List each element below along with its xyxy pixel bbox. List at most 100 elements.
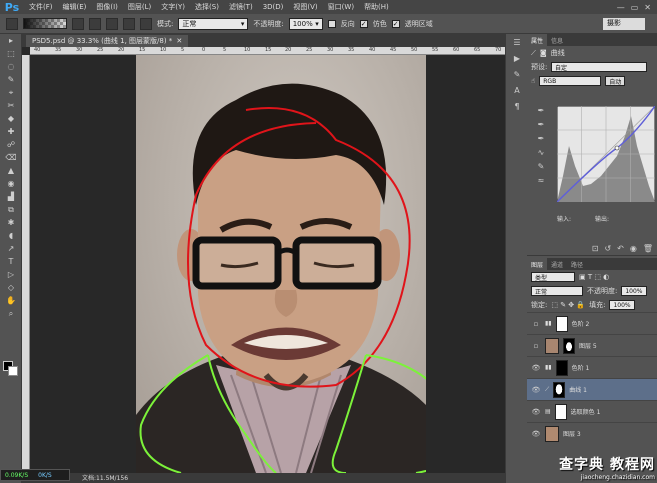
menu-view[interactable]: 视图(V) bbox=[288, 2, 322, 12]
visibility-icon[interactable]: ◉ bbox=[630, 244, 637, 255]
curves-graph[interactable] bbox=[556, 105, 656, 203]
eyedropper-tool-icon[interactable]: ◆ bbox=[0, 112, 22, 125]
layer-levels-2[interactable]: ▫ ▮▮ 色阶 2 bbox=[527, 312, 657, 334]
layer-3[interactable]: 👁 图层 3 bbox=[527, 422, 657, 444]
reset-icon[interactable]: ↺ bbox=[604, 244, 611, 255]
shape-tool-icon[interactable]: ◇ bbox=[0, 281, 22, 294]
document-tab[interactable]: PSD5.psd @ 33.3% (曲线 1, 图层蒙版/8) * ✕ bbox=[26, 35, 189, 47]
healing-tool-icon[interactable]: ✚ bbox=[0, 125, 22, 138]
eye-icon[interactable]: 👁 bbox=[531, 408, 541, 416]
pen-tool-icon[interactable]: ◖ bbox=[0, 229, 22, 242]
preset-select[interactable]: 自定 bbox=[551, 62, 647, 72]
layer-levels-1[interactable]: 👁 ▮▮ 色阶 1 bbox=[527, 356, 657, 378]
edit-points-icon[interactable]: ∿ bbox=[531, 148, 551, 162]
layer-mask-thumbnail[interactable] bbox=[554, 403, 567, 420]
layer-thumbnail[interactable] bbox=[545, 425, 559, 442]
tab-channels[interactable]: 通道 bbox=[547, 258, 567, 270]
mode-select[interactable]: 正常 ▾ bbox=[178, 17, 249, 30]
menu-window[interactable]: 窗口(W) bbox=[323, 2, 359, 12]
clone-stamp-tool-icon[interactable]: ▲ bbox=[0, 164, 22, 177]
visibility-off-icon[interactable]: ▫ bbox=[531, 320, 541, 328]
gradient-swatch[interactable] bbox=[23, 18, 67, 29]
workspace-select[interactable]: 摄影 bbox=[603, 18, 645, 30]
canvas-area[interactable] bbox=[30, 55, 505, 473]
brush-panel-icon[interactable]: ✎ bbox=[506, 66, 528, 82]
auto-button[interactable]: 自动 bbox=[605, 76, 626, 86]
menu-filter[interactable]: 滤镜(T) bbox=[224, 2, 258, 12]
channel-select[interactable]: RGB bbox=[539, 76, 602, 86]
crop-tool-icon[interactable]: ⌖ bbox=[0, 86, 22, 99]
horizontal-ruler[interactable]: 40 35 30 25 20 15 10 5 0 5 10 15 20 25 30 35 40 45 50 55 60 6… bbox=[30, 47, 505, 55]
layer-thumbnail[interactable] bbox=[545, 337, 559, 354]
slice-tool-icon[interactable]: ✂ bbox=[0, 99, 22, 112]
draw-curve-icon[interactable]: ✎ bbox=[531, 162, 551, 176]
angle-gradient-button[interactable] bbox=[106, 17, 118, 30]
zoom-tool-icon[interactable]: ⌕ bbox=[0, 307, 22, 320]
document-size-status[interactable]: 文档:11.5M/156 bbox=[82, 473, 128, 482]
smooth-curve-icon[interactable]: ≈ bbox=[531, 176, 551, 190]
sample-gray-point-icon[interactable]: ✒ bbox=[531, 120, 551, 134]
vertical-ruler[interactable] bbox=[22, 55, 30, 473]
linear-gradient-button[interactable] bbox=[72, 17, 84, 30]
radial-gradient-button[interactable] bbox=[89, 17, 101, 30]
menu-file[interactable]: 文件(F) bbox=[24, 2, 58, 12]
blend-mode-select[interactable]: 正常 bbox=[531, 286, 583, 296]
eye-icon[interactable]: 👁 bbox=[531, 430, 541, 438]
move-tool-icon[interactable]: ▸ bbox=[0, 34, 22, 47]
layer-5[interactable]: ▫ 图层 5 bbox=[527, 334, 657, 356]
portrait-photo[interactable] bbox=[136, 55, 426, 473]
mask-icon[interactable]: ◙ bbox=[540, 49, 547, 57]
tab-info[interactable]: 信息 bbox=[547, 34, 567, 46]
character-panel-icon[interactable]: A bbox=[506, 82, 528, 98]
close-icon[interactable]: ✕ bbox=[644, 3, 651, 12]
eye-icon[interactable]: 👁 bbox=[531, 364, 541, 372]
sample-white-point-icon[interactable]: ✒ bbox=[531, 134, 551, 148]
layer-mask-thumbnail[interactable] bbox=[555, 315, 568, 332]
hand-tool-icon[interactable]: ✋ bbox=[0, 294, 22, 307]
lasso-tool-icon[interactable]: ◌ bbox=[0, 60, 22, 73]
diamond-gradient-button[interactable] bbox=[140, 17, 152, 30]
reverse-checkbox[interactable] bbox=[327, 19, 336, 28]
fill-field[interactable]: 100% bbox=[609, 300, 635, 310]
type-tool-icon[interactable]: T bbox=[0, 255, 22, 268]
layer-curves-1[interactable]: 👁 ⟋ 曲线 1 bbox=[527, 378, 657, 400]
direct-select-tool-icon[interactable]: ▷ bbox=[0, 268, 22, 281]
menu-3d[interactable]: 3D(D) bbox=[258, 3, 289, 11]
brush-tool-icon[interactable]: ☍ bbox=[0, 138, 22, 151]
menu-image[interactable]: 图像(I) bbox=[91, 2, 123, 12]
maximize-icon[interactable]: ▭ bbox=[631, 3, 639, 12]
layer-mask-thumbnail[interactable] bbox=[553, 381, 566, 398]
lock-icons[interactable]: ⬚ ✎ ✥ 🔒 bbox=[551, 301, 585, 309]
transparency-checkbox[interactable]: ✓ bbox=[391, 19, 400, 28]
history-panel-icon[interactable]: ☰ bbox=[506, 34, 528, 50]
tab-paths[interactable]: 路径 bbox=[567, 258, 587, 270]
tab-properties[interactable]: 属性 bbox=[527, 34, 548, 46]
paragraph-panel-icon[interactable]: ¶ bbox=[506, 98, 528, 114]
quick-select-tool-icon[interactable]: ✎ bbox=[0, 73, 22, 86]
clip-to-layer-icon[interactable]: ⊡ bbox=[592, 244, 599, 255]
reflected-gradient-button[interactable] bbox=[123, 17, 135, 30]
opacity-field[interactable]: 100% ▾ bbox=[288, 17, 323, 30]
dither-checkbox[interactable]: ✓ bbox=[359, 19, 368, 28]
eraser-tool-icon[interactable]: ⌫ bbox=[0, 151, 22, 164]
tab-layers[interactable]: 图层 bbox=[527, 258, 548, 270]
menu-type[interactable]: 文字(Y) bbox=[156, 2, 190, 12]
minimize-icon[interactable]: — bbox=[617, 3, 625, 12]
dodge-tool-icon[interactable]: ✱ bbox=[0, 216, 22, 229]
visibility-off-icon[interactable]: ▫ bbox=[531, 342, 541, 350]
menu-help[interactable]: 帮助(H) bbox=[359, 2, 394, 12]
layer-selective-color-1[interactable]: 👁 ▤ 选取颜色 1 bbox=[527, 400, 657, 422]
path-select-tool-icon[interactable]: ↗ bbox=[0, 242, 22, 255]
filter-icons[interactable]: ▣ T ⬚ ◐ bbox=[579, 273, 609, 281]
sample-black-point-icon[interactable]: ✒ bbox=[531, 106, 551, 120]
blur-tool-icon[interactable]: ⧉ bbox=[0, 203, 22, 216]
eye-icon[interactable]: 👁 bbox=[531, 386, 541, 394]
layer-opacity-field[interactable]: 100% bbox=[621, 286, 647, 296]
close-tab-icon[interactable]: ✕ bbox=[176, 37, 182, 45]
gradient-tool-icon[interactable]: ▟ bbox=[0, 190, 22, 203]
background-color-swatch[interactable] bbox=[8, 366, 18, 376]
menu-edit[interactable]: 编辑(E) bbox=[58, 2, 92, 12]
history-brush-tool-icon[interactable]: ◉ bbox=[0, 177, 22, 190]
hand-target-icon[interactable]: ☝ bbox=[531, 77, 535, 85]
menu-layer[interactable]: 图层(L) bbox=[123, 2, 156, 12]
